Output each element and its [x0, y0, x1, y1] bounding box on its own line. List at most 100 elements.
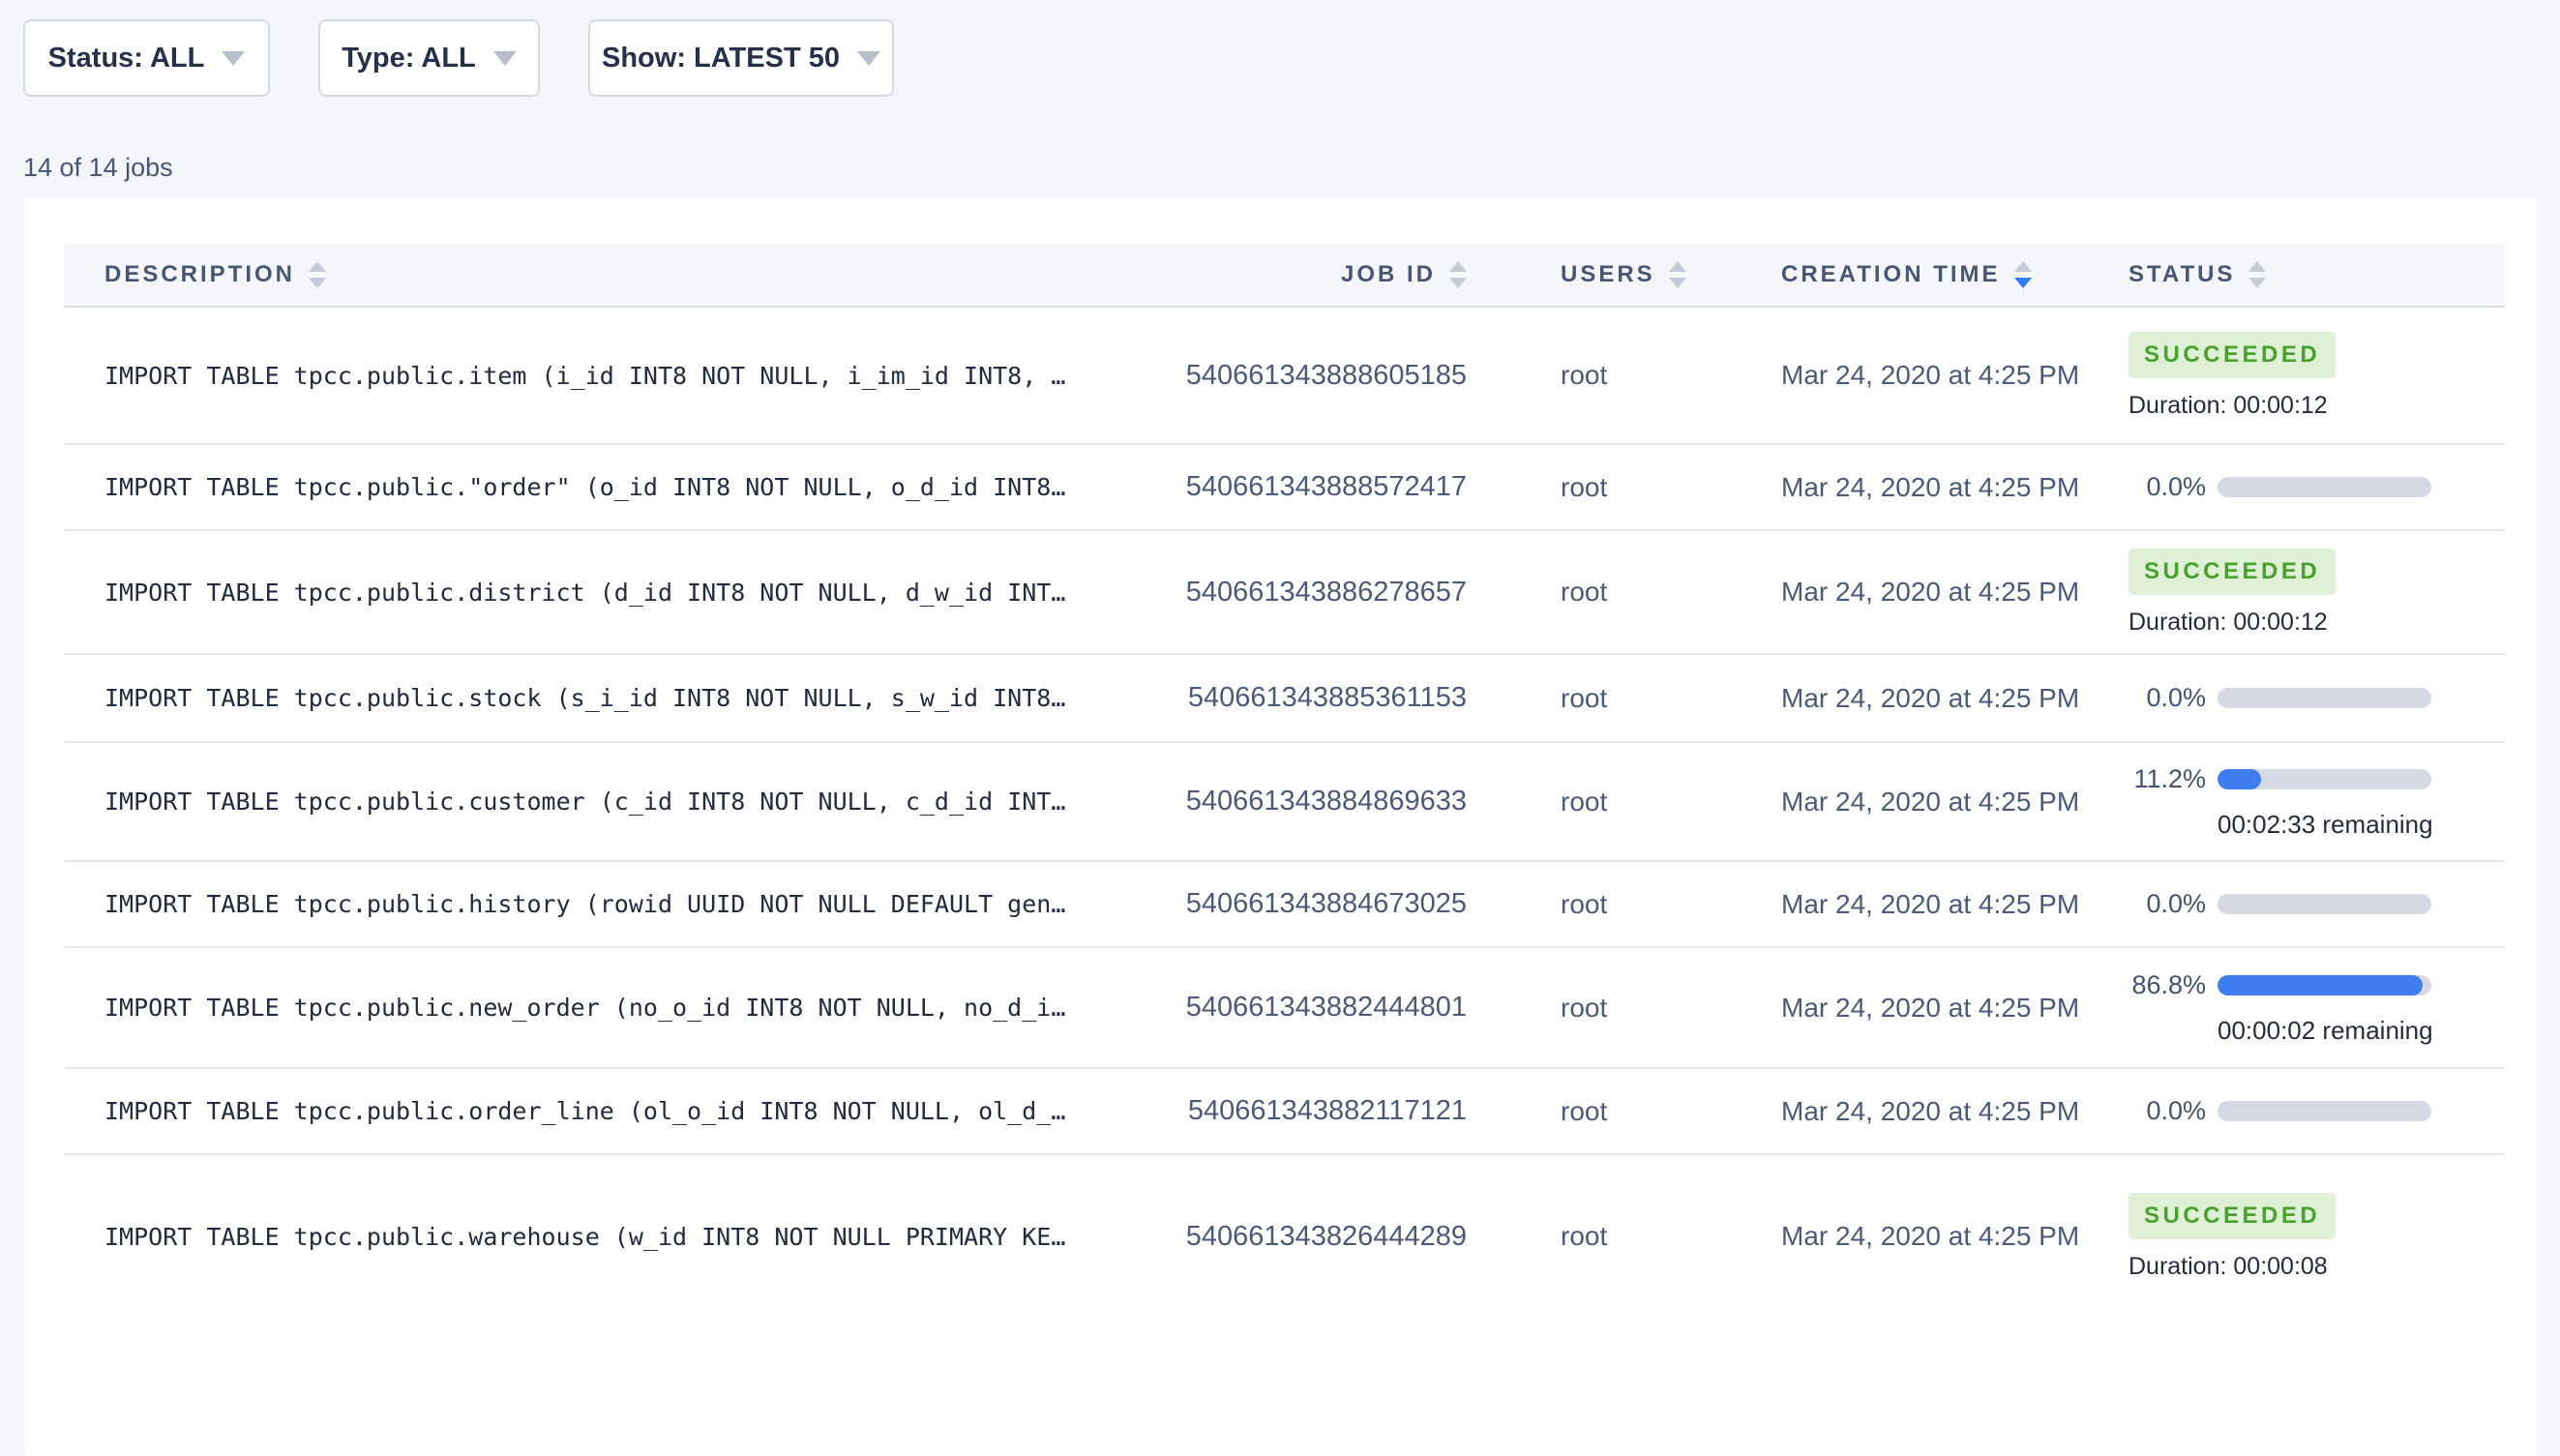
job-id: 540661343886278657 [1181, 577, 1467, 609]
job-id: 540661343882444801 [1181, 992, 1467, 1024]
column-header-job-id[interactable]: JOB ID [1181, 261, 1467, 288]
jobs-table: DESCRIPTION JOB ID USERS CREATION TIME STATU… [64, 244, 2505, 1318]
chevron-down-icon [493, 51, 517, 66]
job-creation-time: Mar 24, 2020 at 4:25 PM [1781, 993, 2120, 1024]
table-row[interactable]: IMPORT TABLE tpcc.public.history (rowid … [64, 860, 2505, 946]
job-id: 540661343884869633 [1181, 786, 1467, 817]
job-creation-time: Mar 24, 2020 at 4:25 PM [1781, 577, 2120, 608]
table-row[interactable]: IMPORT TABLE tpcc.public.warehouse (w_id… [64, 1153, 2505, 1318]
job-user: root [1561, 993, 1781, 1024]
progress-percent: 0.0% [2128, 683, 2206, 713]
show-filter-dropdown[interactable]: Show: LATEST 50 [588, 19, 894, 97]
job-creation-time: Mar 24, 2020 at 4:25 PM [1781, 889, 2120, 920]
table-row[interactable]: IMPORT TABLE tpcc.public.order_line (ol_… [64, 1067, 2505, 1153]
job-user: root [1561, 683, 1781, 714]
status-badge: SUCCEEDED [2128, 549, 2336, 595]
time-remaining: 00:02:33 remaining [2218, 810, 2431, 840]
column-label: JOB ID [1341, 261, 1436, 288]
table-row[interactable]: IMPORT TABLE tpcc.public.district (d_id … [64, 529, 2505, 653]
progress-bar [2218, 1101, 2431, 1121]
progress-bar [2218, 975, 2431, 995]
job-creation-time: Mar 24, 2020 at 4:25 PM [1781, 472, 2120, 503]
progress-percent: 11.2% [2128, 764, 2206, 794]
job-user: root [1561, 472, 1781, 503]
job-creation-time: Mar 24, 2020 at 4:25 PM [1781, 360, 2120, 391]
job-description: IMPORT TABLE tpcc.public."order" (o_id I… [104, 473, 1181, 501]
sort-arrows-icon [1449, 261, 1467, 288]
filter-bar: Status: ALL Type: ALL Show: LATEST 50 [23, 19, 894, 97]
job-description: IMPORT TABLE tpcc.public.item (i_id INT8… [104, 362, 1181, 390]
job-status-cell: SUCCEEDED Duration: 00:00:12 [2120, 549, 2505, 637]
chevron-down-icon [222, 51, 245, 66]
job-user: root [1561, 1096, 1781, 1127]
job-user: root [1561, 1221, 1781, 1252]
progress-row: 0.0% [2128, 889, 2505, 919]
progress-percent: 86.8% [2128, 970, 2206, 1000]
table-row[interactable]: IMPORT TABLE tpcc.public.new_order (no_o… [64, 946, 2505, 1067]
job-user: root [1561, 577, 1781, 608]
job-status-cell: 11.2% 00:02:33 remaining [2120, 764, 2505, 840]
table-row[interactable]: IMPORT TABLE tpcc.public.item (i_id INT8… [64, 308, 2505, 443]
job-id: 540661343884673025 [1181, 888, 1467, 920]
jobs-table-body: IMPORT TABLE tpcc.public.item (i_id INT8… [64, 308, 2505, 1318]
progress-percent: 0.0% [2128, 1096, 2206, 1126]
job-id: 540661343888605185 [1181, 360, 1467, 392]
job-id: 540661343826444289 [1181, 1221, 1467, 1253]
job-status-cell: SUCCEEDED Duration: 00:00:08 [2120, 1193, 2505, 1281]
progress-bar-fill [2218, 975, 2423, 995]
progress-row: 86.8% [2128, 970, 2505, 1000]
job-description: IMPORT TABLE tpcc.public.warehouse (w_id… [104, 1223, 1181, 1251]
column-header-description[interactable]: DESCRIPTION [64, 261, 1181, 288]
progress-bar [2218, 688, 2431, 708]
column-label: DESCRIPTION [104, 261, 295, 288]
column-header-status[interactable]: STATUS [2120, 261, 2505, 288]
column-header-users[interactable]: USERS [1467, 261, 1781, 288]
progress-row: 11.2% [2128, 764, 2505, 794]
job-description: IMPORT TABLE tpcc.public.district (d_id … [104, 579, 1181, 607]
job-status-cell: 0.0% [2120, 472, 2505, 502]
sort-arrows-icon [2248, 261, 2266, 288]
table-row[interactable]: IMPORT TABLE tpcc.public.stock (s_i_id I… [64, 653, 2505, 741]
job-status-cell: 0.0% [2120, 683, 2505, 713]
jobs-table-header: DESCRIPTION JOB ID USERS CREATION TIME STATU… [64, 244, 2505, 308]
job-user: root [1561, 787, 1781, 817]
job-creation-time: Mar 24, 2020 at 4:25 PM [1781, 1096, 2120, 1127]
column-header-creation-time[interactable]: CREATION TIME [1781, 261, 2120, 288]
job-status-cell: SUCCEEDED Duration: 00:00:12 [2120, 332, 2505, 420]
job-description: IMPORT TABLE tpcc.public.new_order (no_o… [104, 994, 1181, 1022]
job-description: IMPORT TABLE tpcc.public.order_line (ol_… [104, 1097, 1181, 1125]
status-badge: SUCCEEDED [2128, 1193, 2336, 1239]
table-row[interactable]: IMPORT TABLE tpcc.public."order" (o_id I… [64, 443, 2505, 529]
job-status-cell: 86.8% 00:00:02 remaining [2120, 970, 2505, 1046]
job-creation-time: Mar 24, 2020 at 4:25 PM [1781, 1221, 2120, 1252]
progress-bar [2218, 477, 2431, 497]
job-duration: Duration: 00:00:12 [2128, 609, 2505, 637]
job-duration: Duration: 00:00:12 [2128, 392, 2505, 420]
status-filter-dropdown[interactable]: Status: ALL [23, 19, 270, 97]
job-duration: Duration: 00:00:08 [2128, 1253, 2505, 1281]
progress-bar [2218, 769, 2431, 789]
job-description: IMPORT TABLE tpcc.public.history (rowid … [104, 890, 1181, 918]
type-filter-label: Type: ALL [342, 43, 476, 74]
chevron-down-icon [857, 51, 880, 66]
status-badge: SUCCEEDED [2128, 332, 2336, 378]
status-filter-label: Status: ALL [48, 43, 205, 74]
progress-bar-fill [2218, 769, 2261, 789]
column-label: STATUS [2128, 261, 2235, 288]
column-label: USERS [1561, 261, 1655, 288]
table-row[interactable]: IMPORT TABLE tpcc.public.customer (c_id … [64, 741, 2505, 860]
jobs-table-card: DESCRIPTION JOB ID USERS CREATION TIME STATU… [25, 198, 2537, 1456]
job-user: root [1561, 360, 1781, 391]
type-filter-dropdown[interactable]: Type: ALL [318, 19, 540, 97]
progress-bar [2218, 894, 2431, 914]
job-user: root [1561, 889, 1781, 920]
job-id: 540661343888572417 [1181, 471, 1467, 503]
sort-arrows-icon [2014, 261, 2032, 288]
job-creation-time: Mar 24, 2020 at 4:25 PM [1781, 787, 2120, 817]
jobs-count: 14 of 14 jobs [23, 153, 173, 183]
job-id: 540661343882117121 [1181, 1095, 1467, 1127]
progress-row: 0.0% [2128, 683, 2505, 713]
progress-percent: 0.0% [2128, 889, 2206, 919]
time-remaining: 00:00:02 remaining [2218, 1016, 2431, 1046]
progress-row: 0.0% [2128, 1096, 2505, 1126]
